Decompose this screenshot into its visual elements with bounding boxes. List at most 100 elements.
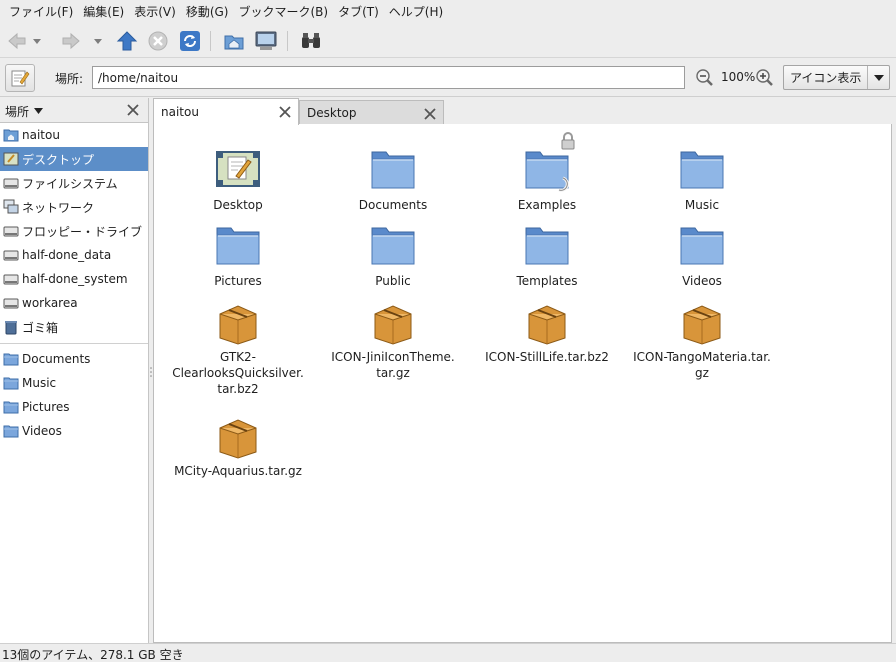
sidebar-item-label: half-done_system	[22, 272, 128, 286]
zoom-level: 100%	[721, 70, 756, 84]
file-name-label: Videos	[682, 274, 722, 288]
sidebar-item-half-done-system[interactable]: half-done_system	[0, 267, 148, 291]
sidebar-item-label: Pictures	[22, 400, 70, 414]
menu-help[interactable]: ヘルプ(H)	[384, 0, 448, 24]
computer-icon	[255, 31, 277, 50]
network-icon	[3, 199, 19, 215]
folder-item[interactable]: Templates	[477, 222, 617, 289]
sidebar-item-naitou[interactable]: naitou	[0, 123, 148, 147]
sidebar-item-label: Documents	[22, 352, 91, 366]
location-edit-toggle-button[interactable]	[5, 64, 35, 92]
close-icon[interactable]	[126, 103, 140, 117]
sidebar-item-3[interactable]: ネットワーク	[0, 195, 148, 219]
sidebar-item-pictures[interactable]: Pictures	[0, 395, 148, 419]
sidebar-mode-select[interactable]: 場所	[5, 103, 29, 120]
forward-history-button[interactable]	[91, 28, 105, 54]
chevron-down-icon	[33, 39, 41, 44]
sidebar-item-2[interactable]: ファイルシステム	[0, 171, 148, 195]
location-input[interactable]	[92, 66, 685, 89]
zoom-out-icon	[696, 69, 713, 86]
archive-file-item[interactable]: ICON-TangoMateria.tar. gz	[632, 298, 772, 381]
computer-button[interactable]	[253, 28, 279, 54]
search-button[interactable]	[298, 28, 324, 54]
archive-icon	[678, 298, 726, 346]
back-button[interactable]	[4, 28, 30, 54]
zoom-out-button[interactable]	[695, 68, 715, 88]
close-icon[interactable]	[423, 107, 437, 121]
sidebar-item-8[interactable]: ゴミ箱	[0, 315, 148, 339]
sidebar-item-4[interactable]: フロッピー・ドライブ	[0, 219, 148, 243]
toolbar-separator	[210, 31, 211, 51]
folder-item[interactable]: Public	[323, 222, 463, 289]
menu-file[interactable]: ファイル(F)	[4, 0, 78, 24]
sidebar: 場所 naitou デスクトップファイルシステムネットワーク フロッピー・ドライブ h…	[0, 98, 149, 643]
location-bar: 場所: 100% アイコン表示	[0, 59, 896, 97]
stop-button[interactable]	[145, 28, 171, 54]
places-list: naitou デスクトップファイルシステムネットワーク フロッピー・ドライブ half…	[0, 123, 148, 339]
tab-desktop[interactable]: Desktop	[299, 100, 444, 125]
home-button[interactable]	[221, 28, 247, 54]
folder-item[interactable]: Music	[632, 146, 772, 213]
folder-item[interactable]: Videos	[632, 222, 772, 289]
file-name-label: Public	[375, 274, 411, 288]
archive-file-item[interactable]: ICON-StillLife.tar.bz2	[477, 298, 617, 365]
archive-file-item[interactable]: MCity-Aquarius.tar.gz	[168, 412, 308, 479]
sidebar-item-music[interactable]: Music	[0, 371, 148, 395]
menu-edit[interactable]: 編集(E)	[78, 0, 129, 24]
bookmarks-list: Documents Music Pictures Videos	[0, 347, 148, 443]
back-history-button[interactable]	[30, 28, 44, 54]
archive-file-item[interactable]: GTK2- ClearlooksQuicksilver. tar.bz2	[168, 298, 308, 397]
tab-label: naitou	[161, 105, 199, 119]
sidebar-item-label: half-done_data	[22, 248, 112, 262]
chevron-down-icon[interactable]	[34, 108, 43, 115]
back-icon	[8, 32, 26, 50]
sidebar-divider	[0, 343, 148, 344]
desktop-icon	[214, 146, 262, 194]
menu-go[interactable]: 移動(G)	[181, 0, 234, 24]
menu-view[interactable]: 表示(V)	[129, 0, 181, 24]
sidebar-header: 場所	[0, 98, 148, 123]
sidebar-item-workarea[interactable]: workarea	[0, 291, 148, 315]
close-icon[interactable]	[278, 105, 292, 119]
desktop-folder-item[interactable]: Desktop	[168, 146, 308, 213]
sidebar-item-videos[interactable]: Videos	[0, 419, 148, 443]
tab-naitou[interactable]: naitou	[153, 98, 299, 125]
file-name-label: Examples	[517, 198, 577, 212]
folder-item[interactable]: Examples	[477, 132, 617, 213]
file-name-label: Music	[684, 198, 720, 212]
zoom-in-icon	[756, 69, 773, 86]
view-mode-value: アイコン表示	[790, 71, 862, 85]
archive-icon	[369, 298, 417, 346]
sidebar-item-documents[interactable]: Documents	[0, 347, 148, 371]
folder-icon	[3, 423, 19, 439]
drive-icon	[3, 175, 19, 191]
menu-bookmarks[interactable]: ブックマーク(B)	[233, 0, 333, 24]
file-name-label: ICON-TangoMateria.tar. gz	[633, 350, 771, 380]
home-folder-icon	[3, 127, 19, 143]
menu-tabs[interactable]: タブ(T)	[333, 0, 384, 24]
folder-icon	[523, 222, 571, 270]
folder-item[interactable]: Documents	[323, 146, 463, 213]
drive-icon	[3, 295, 19, 311]
up-button[interactable]	[114, 28, 140, 54]
view-mode-select[interactable]: アイコン表示	[783, 65, 890, 90]
folder-item[interactable]: Pictures	[168, 222, 308, 289]
reload-button[interactable]	[177, 28, 203, 54]
statusbar: 13個のアイテム、278.1 GB 空き	[0, 643, 896, 662]
sidebar-item-half-done-data[interactable]: half-done_data	[0, 243, 148, 267]
binoculars-icon	[302, 33, 320, 48]
sidebar-item-1[interactable]: デスクトップ	[0, 147, 148, 171]
zoom-in-button[interactable]	[755, 68, 775, 88]
forward-icon	[62, 32, 80, 50]
file-name-label: Desktop	[213, 198, 263, 212]
file-name-label: GTK2- ClearlooksQuicksilver. tar.bz2	[172, 350, 304, 396]
chevron-down-icon	[94, 39, 102, 44]
archive-icon	[523, 298, 571, 346]
tab-bar: naitou Desktop	[153, 98, 896, 125]
sidebar-item-label: ファイルシステム	[22, 176, 118, 191]
forward-button[interactable]	[58, 28, 84, 54]
file-icon-view[interactable]: Desktop Documents Examples Music Pictures Pub…	[153, 124, 892, 643]
edit-icon	[11, 70, 30, 87]
archive-file-item[interactable]: ICON-JiniIconTheme. tar.gz	[323, 298, 463, 381]
reload-icon	[180, 31, 200, 51]
